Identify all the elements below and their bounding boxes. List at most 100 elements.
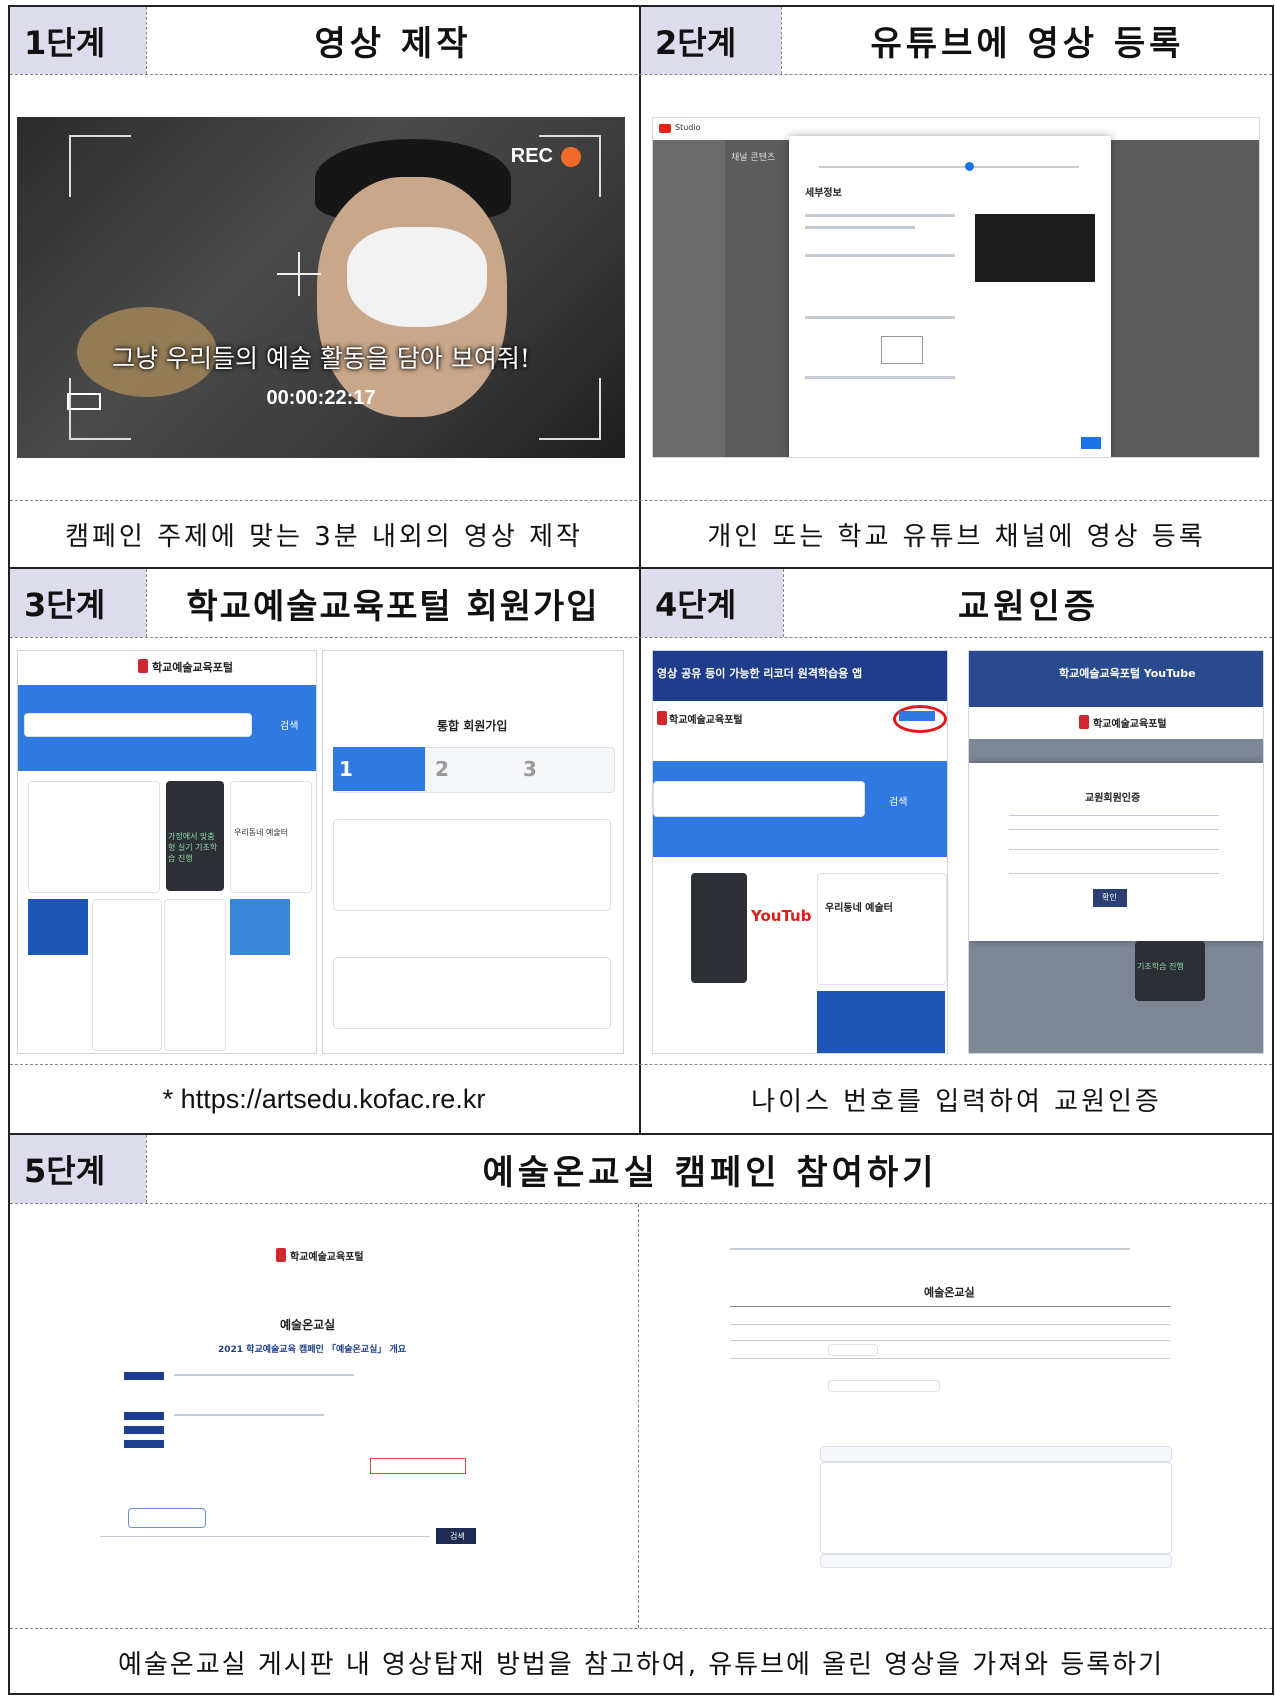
step-1-title: 영상 제작 [314,24,472,64]
field-tag [124,1372,164,1380]
portal-search-input[interactable] [653,781,865,817]
modal-progress [819,166,1079,168]
portal-promo-text: 가정에서 맞춤형 실기 기초학습 진행 [168,832,218,863]
content-editor[interactable] [820,1462,1172,1554]
step-2-caption: 개인 또는 학교 유튜브 채널에 영상 등록 [707,521,1206,552]
portal-search-input[interactable] [24,713,252,737]
category-select[interactable] [828,1344,878,1356]
campaign-subtitle: 2021 학교예술교육 캠페인 「예술온교실」 개요 [218,1345,407,1355]
page-title: 예술온교실 [280,1318,336,1332]
campaign-link-button[interactable] [370,1458,466,1474]
image-divider [638,1204,639,1628]
step-2-title: 유튜브에 영상 등록 [870,24,1185,64]
teacher-auth-button[interactable] [899,711,935,721]
signup-heading: 통합 회원가입 [437,719,508,733]
portal-search-button[interactable]: 검색 [889,793,907,808]
step-4-title: 교원인증 [957,586,1100,627]
teacher-auth-screenshot: 학교예술교육포털 YouTube 학교예술교육포털 교원회원인증 확인 기초학습… [968,650,1264,1054]
header-separator [10,1203,1272,1204]
studio-sidebar [653,140,725,457]
caption-separator [10,1064,1272,1065]
confirm-label: 확인 [1102,893,1117,902]
step-1-label: 1단계 [10,7,146,74]
step-5-caption: 예술온교실 게시판 내 영상탑재 방법을 참고하여, 유튜브에 올린 영상을 가… [117,1649,1165,1680]
text-line [805,376,955,379]
signup-screenshot: 통합 회원가입 1 2 3 [322,650,624,1054]
portal-logo-icon [1079,715,1089,729]
step-5-title: 예술온교실 캠페인 참여하기 [482,1152,938,1193]
youtube-studio-screenshot: Studio 채널 콘텐츠 세부정보 [652,117,1260,458]
frame-corner [69,135,131,197]
portal-login-card[interactable] [28,899,88,955]
form-border [730,1306,1170,1307]
neighborhood-card [817,873,947,985]
search-label: 검색 [450,1532,465,1541]
portal-menu-card [92,899,162,1051]
signup-step-1: 1 [339,757,353,781]
board-title: 예술온교실 [924,1286,975,1299]
text-line [805,316,955,319]
youtube-logo-icon [659,124,671,133]
portal-logo: 학교예술교육포털 [1093,719,1167,730]
filter-row [100,1536,430,1537]
step-4-caption: 나이스 번호를 입력하여 교원인증 [751,1086,1162,1117]
app-banner-text: 영상 공유 등이 가능한 리코더 원격학습용 앱 [657,667,863,680]
next-button[interactable] [1081,437,1101,449]
region-card[interactable] [817,991,945,1053]
teacher-auth-modal: 교원회원인증 확인 [969,763,1263,941]
text-line [174,1374,354,1376]
form-row [730,1340,1170,1341]
timecode: 00:00:22:17 [266,387,376,409]
header-separator [10,74,1272,75]
school-input[interactable] [828,1380,940,1392]
portal-notice-card [28,781,160,893]
portal-logo: 학교예술교육포털 [290,1252,364,1263]
youtube-banner-text: 학교예술교육포털 YouTube [1059,667,1196,680]
field-tag [124,1426,164,1434]
modal-heading: 세부정보 [805,188,842,199]
portal-logo-icon [657,711,667,725]
portal-logo-icon [276,1248,286,1262]
terms-box [333,819,611,911]
step-3-label: 3단계 [10,569,146,637]
field-tag [124,1440,164,1448]
caption-separator [10,1628,1272,1629]
label-separator [783,569,784,637]
text-line [174,1414,324,1416]
portal-logo: 학교예술교육포털 [669,715,743,726]
label-separator [146,1135,147,1203]
form-divider [1009,815,1219,816]
portal-teacher-card[interactable] [230,899,290,955]
field-tag [124,1412,164,1420]
text-line [805,226,915,229]
video-overlay-text: 그냥 우리들의 예술 활동을 담아 보여줘! [112,344,530,373]
youtube-promo-card [691,873,747,983]
signup-step-2: 2 [435,757,449,781]
step-3-caption[interactable]: * https://artsedu.kofac.re.kr [10,1066,638,1132]
studio-panel-title: 채널 콘텐츠 [731,153,776,163]
editor-toolbar[interactable] [820,1446,1172,1462]
text-line [805,254,955,257]
portal-search-button[interactable]: 검색 [280,717,298,732]
editor-toolbar[interactable] [820,1554,1172,1568]
thumbnail-slot [881,336,923,364]
video-thumbnail [975,214,1095,282]
filter-input[interactable] [128,1508,206,1528]
portal-shortcut-card [164,899,226,1051]
record-dot-icon [561,146,581,167]
step-3-title: 학교예술교육포털 회원가입 [186,586,600,627]
form-row [1009,829,1219,830]
form-row [1009,849,1219,850]
teacher-auth-title: 교원회원인증 [1085,793,1141,804]
crosshair [298,252,300,296]
step-2-label: 2단계 [641,7,781,74]
label-separator [146,7,147,74]
rec-indicator: REC [511,145,581,168]
board-post-screenshot: 예술온교실 [720,1240,1180,1570]
nav-row [730,1248,1130,1250]
header-separator [10,637,1272,638]
signup-step-3: 3 [523,757,537,781]
step-4-label: 4단계 [641,569,783,637]
label-separator [146,569,147,637]
form-row [730,1358,1170,1359]
